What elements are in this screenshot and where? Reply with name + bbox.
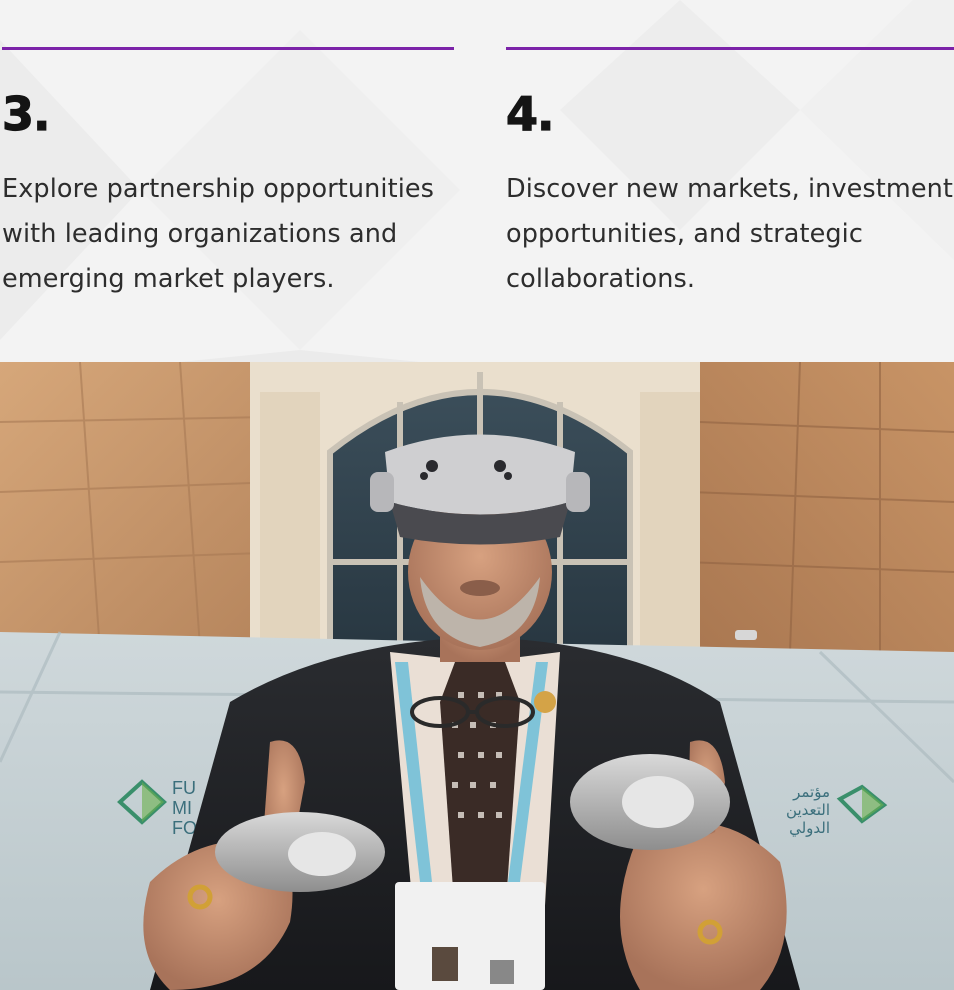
svg-text:التعدين: التعدين <box>786 801 830 819</box>
vr-headset-photo: FU MI FO مؤتمر التعدين الدولي <box>0 362 954 990</box>
svg-text:مؤتمر: مؤتمر <box>792 783 830 801</box>
step-number: 3. <box>1 87 51 141</box>
accent-divider <box>2 47 454 50</box>
accent-divider <box>506 47 954 50</box>
step-description: Discover new markets, investment opportu… <box>506 174 953 294</box>
svg-text:FU: FU <box>172 778 196 798</box>
step-description: Explore partnership opportunities with l… <box>2 174 435 294</box>
svg-text:الدولي: الدولي <box>789 819 830 838</box>
step-number: 4. <box>505 87 555 141</box>
svg-text:MI: MI <box>172 798 192 818</box>
